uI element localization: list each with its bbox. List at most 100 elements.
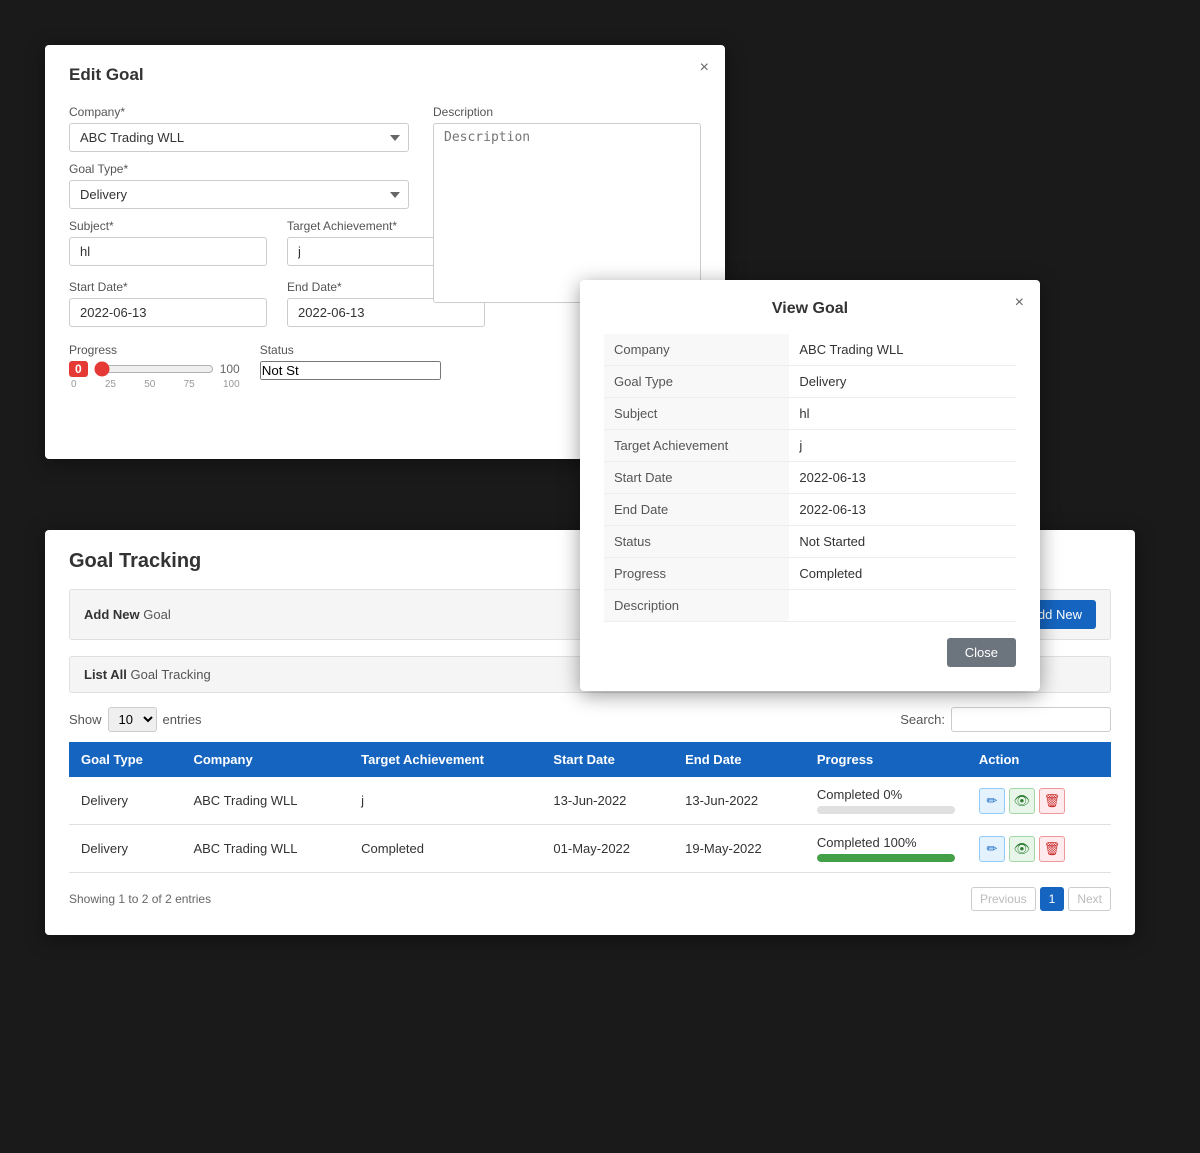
- action-icons: ✏ 👁 🗑: [979, 836, 1099, 862]
- search-label: Search:: [900, 712, 945, 727]
- search-box: Search:: [900, 707, 1111, 732]
- view-row-value: Completed: [789, 558, 1016, 590]
- view-table-row: Start Date2022-06-13: [604, 462, 1016, 494]
- cell-action: ✏ 👁 🗑: [967, 825, 1111, 873]
- view-table-row: Subjecthl: [604, 398, 1016, 430]
- progress-slider[interactable]: [94, 361, 214, 377]
- view-goal-close-footer-button[interactable]: Close: [947, 638, 1016, 667]
- cell-company: ABC Trading WLL: [181, 777, 349, 825]
- edit-button[interactable]: ✏: [979, 836, 1005, 862]
- table-header-cell: Progress: [805, 742, 967, 777]
- start-date-field-group: Start Date*: [69, 280, 267, 327]
- progress-bar-bg: [817, 854, 955, 862]
- view-table-row: Goal TypeDelivery: [604, 366, 1016, 398]
- view-table-row: Target Achievementj: [604, 430, 1016, 462]
- view-goal-close-button[interactable]: ×: [1015, 294, 1024, 312]
- page-1-button[interactable]: 1: [1040, 887, 1065, 911]
- goal-type-select[interactable]: Delivery: [69, 180, 409, 209]
- table-row: Delivery ABC Trading WLL j 13-Jun-2022 1…: [69, 777, 1111, 825]
- description-field-group: Description: [433, 105, 701, 303]
- search-input[interactable]: [951, 707, 1111, 732]
- subject-label: Subject*: [69, 219, 267, 233]
- view-table-row: Description: [604, 590, 1016, 622]
- table-header-cell: Start Date: [541, 742, 673, 777]
- progress-bar-fill: [817, 854, 955, 862]
- add-new-label: Add New Goal: [84, 607, 171, 622]
- status-input[interactable]: [260, 361, 441, 380]
- progress-label: Progress: [69, 343, 240, 357]
- cell-progress: Completed 0%: [805, 777, 967, 825]
- cell-start-date: 13-Jun-2022: [541, 777, 673, 825]
- status-label: Status: [260, 343, 441, 357]
- view-table-row: End Date2022-06-13: [604, 494, 1016, 526]
- goal-type-label: Goal Type*: [69, 162, 409, 176]
- previous-button[interactable]: Previous: [971, 887, 1036, 911]
- progress-badge: 0: [69, 361, 88, 377]
- goal-type-field-group: Goal Type* Delivery: [69, 162, 409, 209]
- table-controls: Show 10 25 50 entries Search:: [69, 707, 1111, 732]
- view-goal-footer: Close: [604, 638, 1016, 667]
- progress-text: Completed 0%: [817, 787, 955, 802]
- view-goal-title: View Goal: [604, 300, 1016, 318]
- edit-goal-close-button[interactable]: ×: [700, 59, 709, 77]
- view-row-value: 2022-06-13: [789, 462, 1016, 494]
- cell-company: ABC Trading WLL: [181, 825, 349, 873]
- table-header-cell: End Date: [673, 742, 805, 777]
- table-header: Goal TypeCompanyTarget AchievementStart …: [69, 742, 1111, 777]
- progress-group: Progress 0 100 0 25 50 75 100: [69, 343, 240, 390]
- view-row-value: Delivery: [789, 366, 1016, 398]
- view-row-label: End Date: [604, 494, 789, 526]
- progress-text: Completed 100%: [817, 835, 955, 850]
- next-button[interactable]: Next: [1068, 887, 1111, 911]
- progress-max: 100: [220, 362, 240, 376]
- company-select[interactable]: ABC Trading WLL: [69, 123, 409, 152]
- description-textarea[interactable]: [433, 123, 701, 303]
- progress-bar-bg: [817, 806, 955, 814]
- edit-goal-title: Edit Goal: [69, 65, 701, 85]
- view-row-label: Company: [604, 334, 789, 366]
- view-row-label: Start Date: [604, 462, 789, 494]
- subject-target-row: Subject* Target Achievement*: [69, 219, 409, 266]
- view-goal-modal: View Goal × CompanyABC Trading WLLGoal T…: [580, 280, 1040, 691]
- view-table-row: CompanyABC Trading WLL: [604, 334, 1016, 366]
- subject-field-group: Subject*: [69, 219, 267, 266]
- view-row-label: Description: [604, 590, 789, 622]
- show-entries: Show 10 25 50 entries: [69, 707, 202, 732]
- table-header-cell: Target Achievement: [349, 742, 541, 777]
- view-table-row: ProgressCompleted: [604, 558, 1016, 590]
- edit-button[interactable]: ✏: [979, 788, 1005, 814]
- delete-button[interactable]: 🗑: [1039, 788, 1065, 814]
- view-button[interactable]: 👁: [1009, 788, 1035, 814]
- description-label: Description: [433, 105, 701, 119]
- cell-end-date: 19-May-2022: [673, 825, 805, 873]
- view-row-label: Goal Type: [604, 366, 789, 398]
- view-row-label: Progress: [604, 558, 789, 590]
- status-group: Status: [260, 343, 441, 380]
- table-header-row: Goal TypeCompanyTarget AchievementStart …: [69, 742, 1111, 777]
- delete-button[interactable]: 🗑: [1039, 836, 1065, 862]
- start-date-label: Start Date*: [69, 280, 267, 294]
- edit-goal-left-column: Company* ABC Trading WLL Goal Type* Deli…: [69, 105, 409, 390]
- view-row-label: Status: [604, 526, 789, 558]
- dates-row: Start Date* End Date*: [69, 280, 409, 327]
- view-row-value: Not Started: [789, 526, 1016, 558]
- entries-select[interactable]: 10 25 50: [108, 707, 157, 732]
- subject-input[interactable]: [69, 237, 267, 266]
- company-label: Company*: [69, 105, 409, 119]
- showing-text: Showing 1 to 2 of 2 entries: [69, 892, 211, 906]
- cell-goal-type: Delivery: [69, 777, 181, 825]
- table-header-cell: Action: [967, 742, 1111, 777]
- show-label: Show: [69, 712, 102, 727]
- start-date-input[interactable]: [69, 298, 267, 327]
- table-body: Delivery ABC Trading WLL j 13-Jun-2022 1…: [69, 777, 1111, 873]
- view-button[interactable]: 👁: [1009, 836, 1035, 862]
- view-table-row: StatusNot Started: [604, 526, 1016, 558]
- cell-target-achievement: j: [349, 777, 541, 825]
- progress-bar-cell: Completed 100%: [817, 835, 955, 862]
- data-table: Goal TypeCompanyTarget AchievementStart …: [69, 742, 1111, 873]
- view-row-label: Subject: [604, 398, 789, 430]
- company-field-group: Company* ABC Trading WLL: [69, 105, 409, 152]
- cell-start-date: 01-May-2022: [541, 825, 673, 873]
- action-icons: ✏ 👁 🗑: [979, 788, 1099, 814]
- table-header-cell: Company: [181, 742, 349, 777]
